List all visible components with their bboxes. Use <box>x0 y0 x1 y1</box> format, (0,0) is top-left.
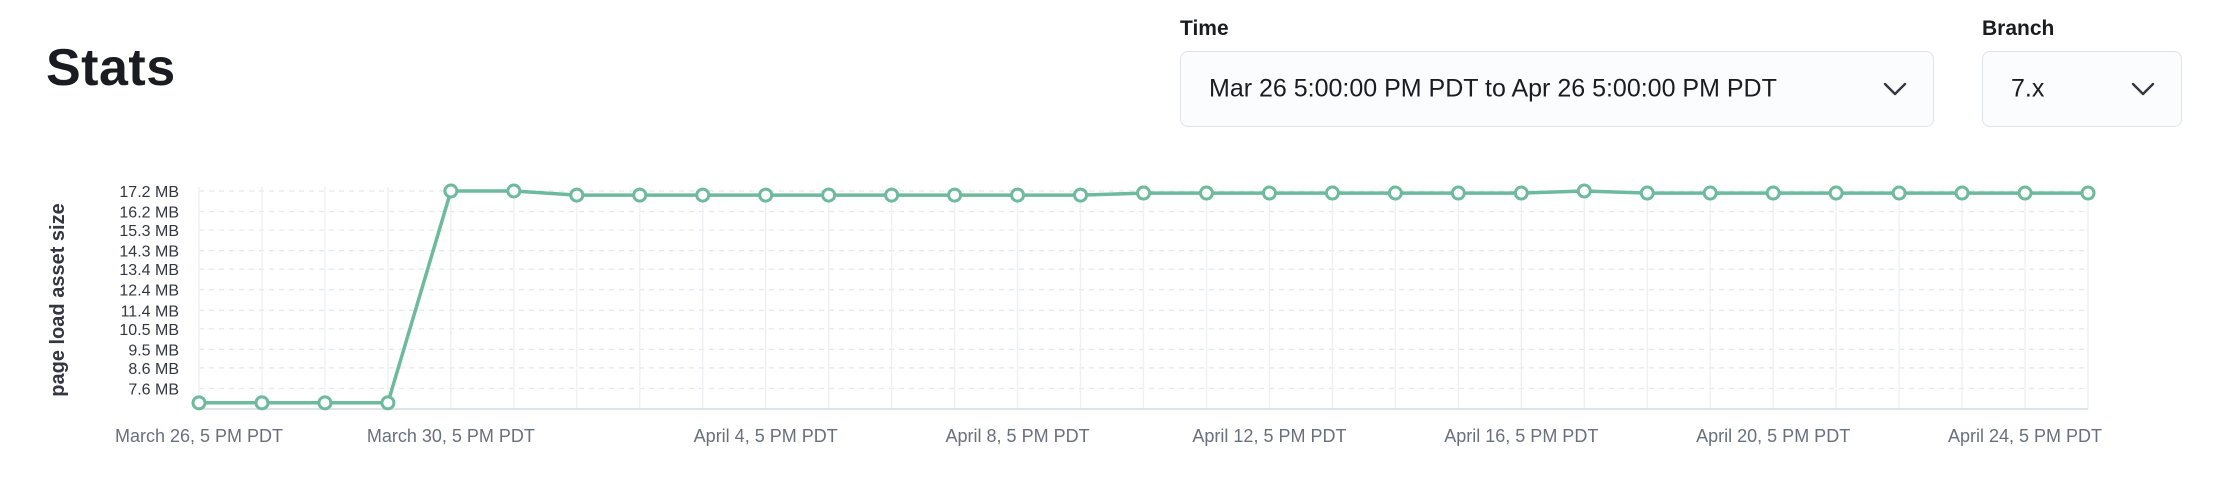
y-tick-label: 17.2 MB <box>119 184 179 201</box>
data-point <box>1261 185 1277 201</box>
data-point <box>569 187 585 203</box>
time-range-select[interactable]: Mar 26 5:00:00 PM PDT to Apr 26 5:00:00 … <box>1180 51 1934 127</box>
x-tick-label: April 24, 5 PM PDT <box>1948 426 2102 446</box>
data-point <box>317 395 333 411</box>
x-tick-label: April 16, 5 PM PDT <box>1444 426 1598 446</box>
data-point <box>1324 185 1340 201</box>
x-tick-label: April 4, 5 PM PDT <box>694 426 838 446</box>
data-point <box>884 187 900 203</box>
data-point <box>1387 185 1403 201</box>
data-point <box>1136 185 1151 201</box>
data-point <box>1450 185 1466 201</box>
data-point <box>947 187 963 203</box>
y-tick-label: 14.3 MB <box>119 244 179 261</box>
data-point <box>254 395 270 411</box>
data-point <box>1702 185 1718 201</box>
data-point <box>443 183 459 199</box>
branch-filter-label: Branch <box>1982 17 2055 40</box>
x-tick-label: April 20, 5 PM PDT <box>1696 426 1850 446</box>
chevron-down-icon <box>2131 82 2155 96</box>
data-point <box>2080 185 2096 201</box>
data-point <box>506 183 522 199</box>
y-tick-label: 11.4 MB <box>121 303 179 320</box>
data-point <box>380 395 396 411</box>
data-point <box>1954 185 1970 201</box>
data-point <box>1073 187 1089 203</box>
y-tick-label: 10.5 MB <box>119 322 179 339</box>
data-point <box>1765 185 1781 201</box>
page-load-asset-size-chart: 7.6 MB 8.6 MB 9.5 MB 10.5 MB 11.4 MB 12.4 MB 1… <box>47 183 2102 446</box>
y-tick-label: 9.5 MB <box>128 342 179 359</box>
data-point <box>821 187 837 203</box>
page-title: Stats <box>46 39 176 97</box>
data-point <box>1828 185 1844 201</box>
data-point <box>1576 183 1592 199</box>
branch-select[interactable]: 7.x <box>1982 51 2182 127</box>
branch-value: 7.x <box>2011 74 2045 103</box>
data-point <box>1198 185 1214 201</box>
y-tick-label: 16.2 MB <box>119 205 179 222</box>
x-tick-label: April 8, 5 PM PDT <box>946 426 1090 446</box>
x-tick-label: March 30, 5 PM PDT <box>367 426 535 446</box>
data-point <box>632 187 648 203</box>
y-axis-label: page load asset size <box>47 203 69 396</box>
data-point <box>1639 185 1655 201</box>
y-tick-label: 8.6 MB <box>128 361 179 378</box>
time-filter-label: Time <box>1180 17 1229 40</box>
time-range-value: Mar 26 5:00:00 PM PDT to Apr 26 5:00:00 … <box>1209 74 1777 103</box>
y-tick-label: 12.4 MB <box>119 283 179 300</box>
chevron-down-icon <box>1883 82 1907 96</box>
y-tick-label: 15.3 MB <box>119 223 179 240</box>
x-tick-label: March 26, 5 PM PDT <box>115 426 283 446</box>
y-tick-label: 13.4 MB <box>119 262 179 279</box>
data-point <box>1513 185 1529 201</box>
data-point <box>695 187 711 203</box>
y-tick-label: 7.6 MB <box>128 381 179 398</box>
x-tick-label: April 12, 5 PM PDT <box>1192 426 1346 446</box>
data-point <box>1891 185 1907 201</box>
data-point <box>2017 185 2033 201</box>
data-point <box>1010 187 1026 203</box>
data-point <box>758 187 774 203</box>
data-point <box>191 395 207 411</box>
